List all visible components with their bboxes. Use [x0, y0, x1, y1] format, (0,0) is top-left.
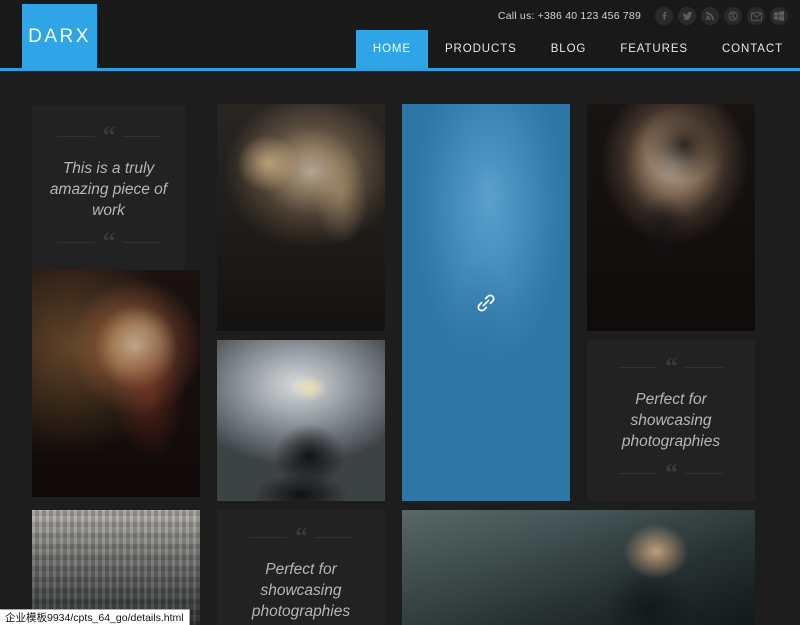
quote-divider-right	[122, 241, 161, 243]
quote-top-ornament: “	[227, 521, 375, 551]
photo-flying-hair[interactable]	[587, 104, 755, 331]
nav-item-features[interactable]: FEATURES	[603, 30, 705, 68]
quote-top-ornament: “	[42, 121, 175, 151]
link-icon[interactable]	[472, 289, 500, 317]
quote-block-3: “ Perfect for showcasing photographies “	[217, 510, 385, 625]
main-navigation: HOME PRODUCTS BLOG FEATURES CONTACT	[355, 30, 800, 68]
quote-divider-right	[122, 136, 161, 138]
nav-item-blog[interactable]: BLOG	[534, 30, 604, 68]
social-links	[655, 7, 788, 25]
photo-image	[32, 270, 200, 497]
email-icon[interactable]	[747, 7, 765, 25]
page-root: DARX Call us: +386 40 123 456 789 HOME P…	[0, 0, 800, 625]
quote-block-1: “ This is a truly amazing piece of work …	[32, 105, 185, 274]
call-us-text: Call us: +386 40 123 456 789	[497, 10, 641, 22]
photo-image	[217, 340, 385, 501]
photo-seated-model[interactable]	[217, 340, 385, 501]
quote-bottom-ornament: “	[42, 227, 175, 256]
quote-text: Perfect for showcasing photographies	[621, 391, 721, 450]
photo-cityscape[interactable]	[32, 510, 200, 625]
nav-item-home[interactable]: HOME	[355, 30, 428, 68]
twitter-icon[interactable]	[678, 7, 696, 25]
gallery-grid: “ This is a truly amazing piece of work …	[0, 74, 800, 625]
nav-item-contact[interactable]: CONTACT	[705, 30, 800, 68]
quote-divider-left	[249, 536, 287, 538]
quote-divider-left	[619, 472, 657, 474]
quote-divider-left	[56, 241, 95, 243]
photo-blonde-portrait[interactable]	[217, 104, 385, 331]
quote-text: Perfect for showcasing photographies	[251, 560, 351, 620]
browser-status-bar: 企业模板9934/cpts_64_go/details.html	[0, 609, 190, 625]
quote-divider-right	[685, 367, 723, 369]
photo-image	[587, 104, 755, 331]
facebook-icon[interactable]	[655, 7, 673, 25]
quote-divider-left	[619, 367, 657, 369]
photo-woman-wall[interactable]	[402, 510, 755, 625]
status-url-text: 企业模板9934/cpts_64_go/details.html	[5, 612, 184, 624]
quote-mark-icon: “	[102, 227, 116, 256]
header-topbar: Call us: +386 40 123 456 789	[498, 7, 788, 25]
quote-top-ornament: “	[597, 352, 745, 382]
photo-image	[402, 510, 755, 625]
site-header: DARX Call us: +386 40 123 456 789 HOME P…	[0, 0, 800, 71]
photo-hat-model[interactable]	[402, 104, 570, 501]
quote-divider-right	[315, 536, 353, 538]
quote-block-2: “ Perfect for showcasing photographies “	[587, 340, 755, 501]
quote-mark-icon: “	[102, 121, 116, 151]
quote-text: This is a truly amazing piece of work	[49, 160, 168, 219]
dribbble-icon[interactable]	[724, 7, 742, 25]
quote-mark-icon: “	[665, 352, 678, 382]
quote-mark-icon: “	[665, 458, 678, 487]
site-logo[interactable]: DARX	[22, 4, 97, 70]
rss-icon[interactable]	[701, 7, 719, 25]
quote-mark-icon: “	[295, 521, 308, 551]
quote-bottom-ornament: “	[597, 458, 745, 487]
quote-divider-right	[685, 472, 723, 474]
photo-redhead-portrait[interactable]	[32, 270, 200, 497]
photo-image	[217, 104, 385, 331]
windows-icon[interactable]	[770, 7, 788, 25]
photo-image	[32, 510, 200, 625]
quote-divider-left	[56, 136, 95, 138]
nav-item-products[interactable]: PRODUCTS	[428, 30, 534, 68]
logo-text: DARX	[28, 26, 91, 47]
